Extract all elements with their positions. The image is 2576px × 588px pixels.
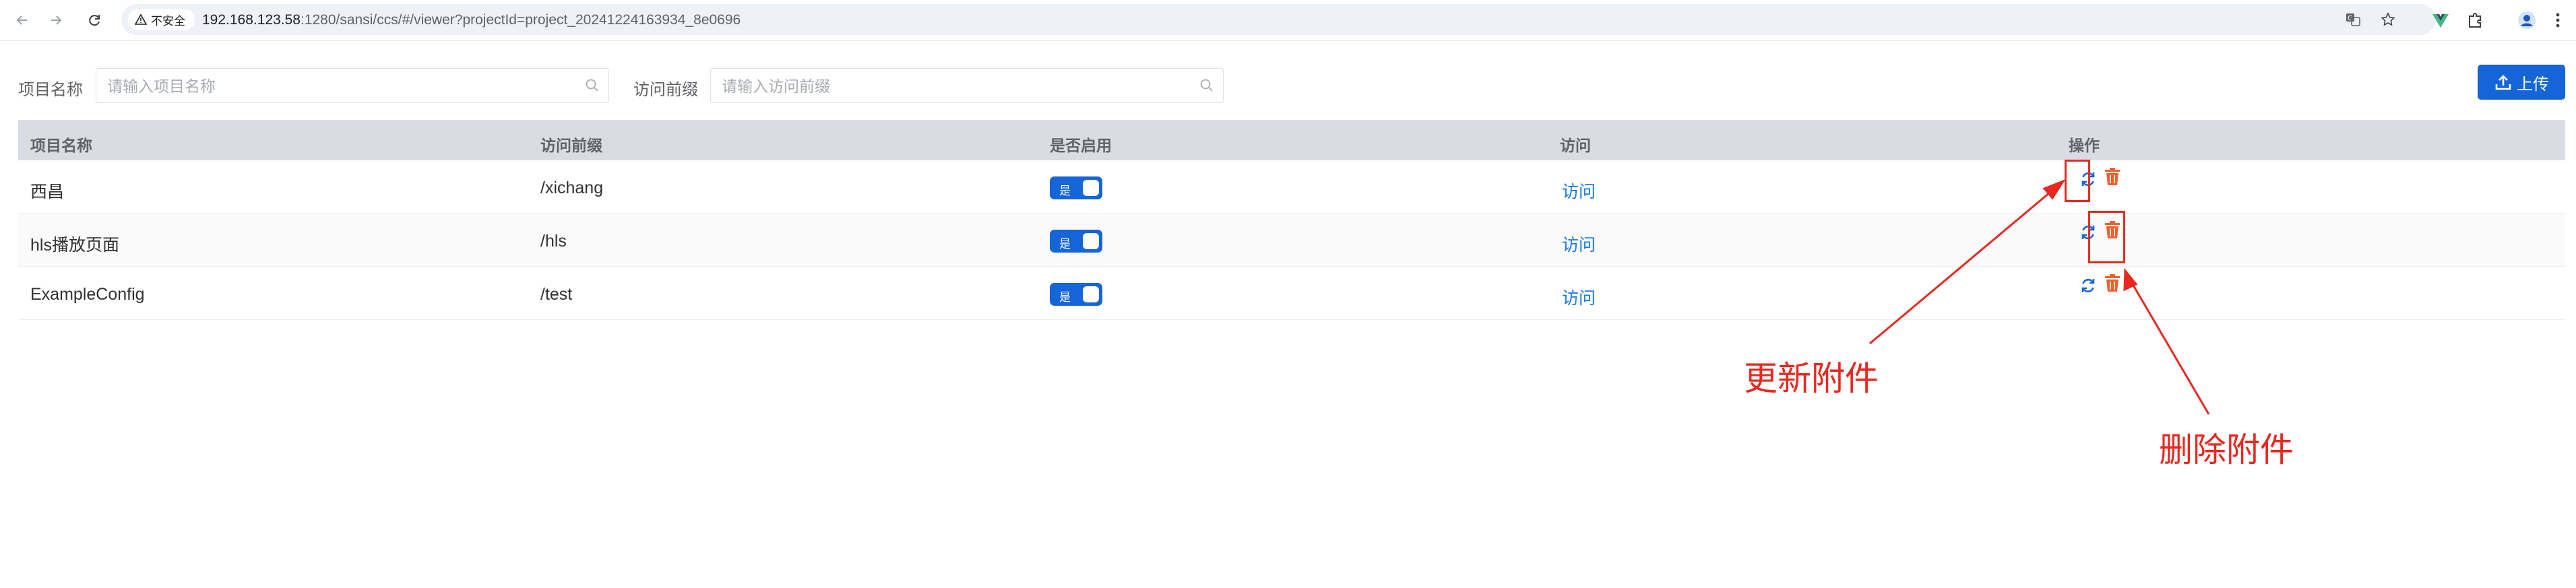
annotation-arrows [1869, 178, 2210, 415]
page: 不安全 192.168.123.58:1280/sansi/ccs/#/view… [0, 0, 2576, 588]
annotation-update-attachment: 更新附件 [1744, 360, 1879, 397]
arrow-update [1869, 184, 2059, 345]
arrow-delete [2127, 275, 2210, 415]
annotation-delete-attachment: 删除附件 [2159, 431, 2294, 469]
